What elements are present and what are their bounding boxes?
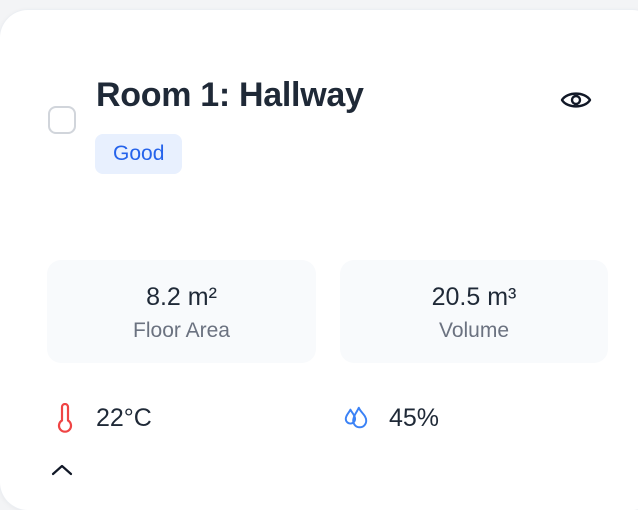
humidity-value: 45% — [389, 403, 440, 432]
thermometer-icon — [52, 403, 78, 433]
home-icon — [50, 463, 74, 492]
droplets-icon — [343, 403, 369, 433]
room-title: Room 1: Hallway — [96, 76, 364, 114]
next-detail-row — [50, 462, 74, 492]
toggle-visibility-button[interactable] — [558, 86, 594, 114]
volume-stat: 20.5 m³ Volume — [340, 260, 608, 363]
room-select-checkbox[interactable] — [48, 106, 76, 134]
status-badge: Good — [95, 134, 183, 174]
floor-area-label: Floor Area — [133, 319, 230, 342]
volume-label: Volume — [438, 319, 510, 342]
temperature-metric: 22°C — [52, 402, 152, 434]
temperature-value: 22°C — [96, 403, 152, 432]
floor-area-stat: 8.2 m² Floor Area — [47, 260, 316, 363]
humidity-metric: 45% — [343, 402, 439, 434]
eye-icon — [560, 92, 592, 108]
volume-value: 20.5 m³ — [431, 283, 517, 311]
floor-area-value: 8.2 m² — [146, 283, 217, 311]
room-card: Room 1: Hallway Good 8.2 m² Floor Area 2… — [0, 10, 638, 510]
